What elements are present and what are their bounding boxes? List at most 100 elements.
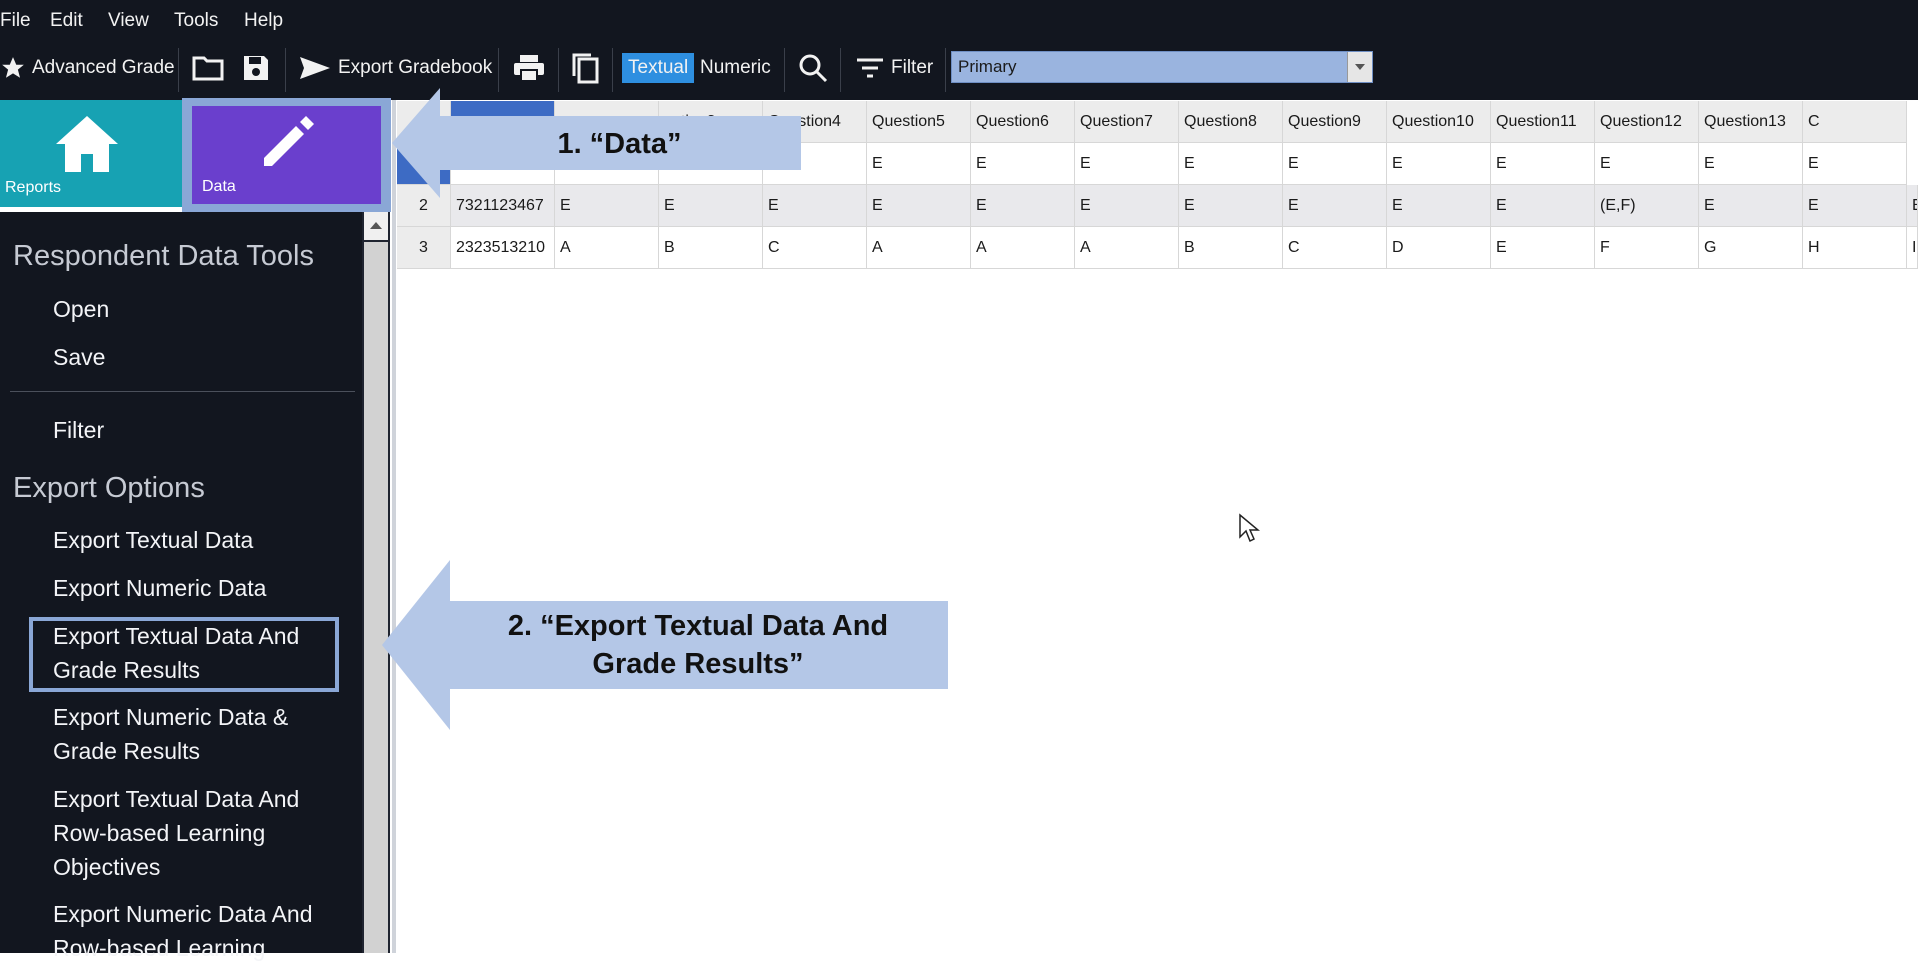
table-cell[interactable]: G <box>1699 227 1803 269</box>
menu-file[interactable]: File <box>0 10 31 32</box>
arrow-left-icon <box>382 560 450 730</box>
column-header[interactable]: C <box>1803 101 1907 143</box>
table-cell[interactable]: A <box>971 227 1075 269</box>
data-label: Data <box>202 178 236 195</box>
table-cell[interactable]: E <box>1491 227 1595 269</box>
table-cell[interactable]: C <box>763 227 867 269</box>
export-options-header: Export Options <box>13 472 205 504</box>
numeric-label: Numeric <box>700 57 771 78</box>
table-cell[interactable]: F <box>1595 227 1699 269</box>
table-cell[interactable]: E <box>1075 185 1179 227</box>
chevron-down-icon[interactable] <box>1347 52 1372 82</box>
row-number[interactable]: 3 <box>397 227 451 269</box>
arrow-left-icon <box>392 88 440 198</box>
reports-tile[interactable]: Reports <box>0 100 186 207</box>
column-header[interactable]: Question5 <box>867 101 971 143</box>
home-icon <box>56 116 118 172</box>
column-header[interactable]: Question7 <box>1075 101 1179 143</box>
table-cell[interactable]: E <box>1387 143 1491 185</box>
table-cell[interactable]: E <box>1699 185 1803 227</box>
table-cell[interactable]: E <box>1075 143 1179 185</box>
table-cell[interactable]: E <box>1803 143 1907 185</box>
table-cell[interactable]: E <box>1283 143 1387 185</box>
table-cell[interactable]: E <box>763 185 867 227</box>
column-header[interactable]: Question12 <box>1595 101 1699 143</box>
advanced-grade-button[interactable]: Advanced Grade <box>0 40 175 96</box>
column-header[interactable]: Question10 <box>1387 101 1491 143</box>
menu-tools[interactable]: Tools <box>174 10 218 32</box>
table-cell[interactable]: B <box>1179 227 1283 269</box>
open-item[interactable]: Open <box>53 292 109 326</box>
send-icon <box>300 57 330 79</box>
table-cell[interactable]: E <box>1699 143 1803 185</box>
textual-toggle[interactable]: Textual <box>622 40 695 96</box>
pencil-icon <box>264 116 314 166</box>
table-cell[interactable]: E <box>1179 185 1283 227</box>
copy-icon <box>572 53 599 84</box>
table-cell[interactable]: E <box>1387 185 1491 227</box>
star-icon <box>2 57 24 78</box>
table-cell[interactable]: A <box>867 227 971 269</box>
numeric-toggle[interactable]: Numeric <box>700 40 771 96</box>
column-header[interactable]: Question6 <box>971 101 1075 143</box>
chevron-up-icon[interactable] <box>364 212 388 240</box>
floppy-disk-icon <box>244 56 268 80</box>
copy-button[interactable] <box>570 40 600 96</box>
filter-icon <box>857 58 883 78</box>
table-cell[interactable]: 2323513210 <box>451 227 555 269</box>
filter-select[interactable]: Primary <box>951 51 1373 83</box>
filter-select-value: Primary <box>958 57 1017 76</box>
save-item[interactable]: Save <box>53 340 105 374</box>
export-textual-objectives-item[interactable]: Export Textual Data And Row-based Learni… <box>53 782 299 884</box>
export-textual-data-item[interactable]: Export Textual Data <box>53 523 253 557</box>
menu-help[interactable]: Help <box>244 10 283 32</box>
table-cell[interactable]: H <box>1803 227 1907 269</box>
table-cell[interactable]: E <box>1283 185 1387 227</box>
table-cell[interactable]: (E,F) <box>1595 185 1699 227</box>
export-numeric-grade-item[interactable]: Export Numeric Data & Grade Results <box>53 700 288 768</box>
menu-edit[interactable]: Edit <box>50 10 83 32</box>
side-panel: Respondent Data Tools Open Save Filter E… <box>0 212 362 961</box>
table-cell[interactable]: A <box>555 227 659 269</box>
step1-text: 1. “Data” <box>557 128 682 160</box>
export-numeric-objectives-item[interactable]: Export Numeric Data And Row-based Learni… <box>53 897 313 965</box>
advanced-grade-label: Advanced Grade <box>32 57 175 78</box>
table-cell[interactable]: E <box>867 185 971 227</box>
column-header[interactable]: Question11 <box>1491 101 1595 143</box>
open-folder-button[interactable] <box>192 40 224 96</box>
table-cell[interactable]: E <box>1491 185 1595 227</box>
table-cell[interactable]: D <box>1387 227 1491 269</box>
export-textual-grade-highlight <box>29 617 339 692</box>
grid-border <box>392 100 396 953</box>
table-cell[interactable]: E <box>867 143 971 185</box>
table-cell[interactable]: B <box>659 227 763 269</box>
column-header[interactable]: Question9 <box>1283 101 1387 143</box>
search-icon <box>799 54 828 83</box>
table-cell[interactable]: E <box>1907 185 1918 227</box>
menu-view[interactable]: View <box>108 10 149 32</box>
printer-icon <box>514 55 544 82</box>
table-cell[interactable]: E <box>971 143 1075 185</box>
filter-button[interactable]: Filter <box>855 40 933 96</box>
save-button[interactable] <box>242 40 270 96</box>
table-cell[interactable]: E <box>659 185 763 227</box>
table-cell[interactable]: I <box>1907 227 1918 269</box>
column-header[interactable]: Question8 <box>1179 101 1283 143</box>
table-cell[interactable]: A <box>1075 227 1179 269</box>
table-cell[interactable]: E <box>1179 143 1283 185</box>
table-cell[interactable]: C <box>1283 227 1387 269</box>
export-numeric-data-item[interactable]: Export Numeric Data <box>53 571 266 605</box>
data-tile[interactable]: Data <box>192 106 381 204</box>
filter-item[interactable]: Filter <box>53 413 104 447</box>
export-gradebook-label: Export Gradebook <box>338 57 493 78</box>
column-header[interactable]: Question13 <box>1699 101 1803 143</box>
search-button[interactable] <box>798 40 828 96</box>
table-cell[interactable]: E <box>1491 143 1595 185</box>
textual-label: Textual <box>622 53 695 83</box>
table-cell[interactable]: E <box>1803 185 1907 227</box>
table-cell[interactable]: E <box>555 185 659 227</box>
table-cell[interactable]: E <box>971 185 1075 227</box>
table-cell[interactable]: E <box>1595 143 1699 185</box>
print-button[interactable] <box>512 40 546 96</box>
table-cell[interactable]: 7321123467 <box>451 185 555 227</box>
